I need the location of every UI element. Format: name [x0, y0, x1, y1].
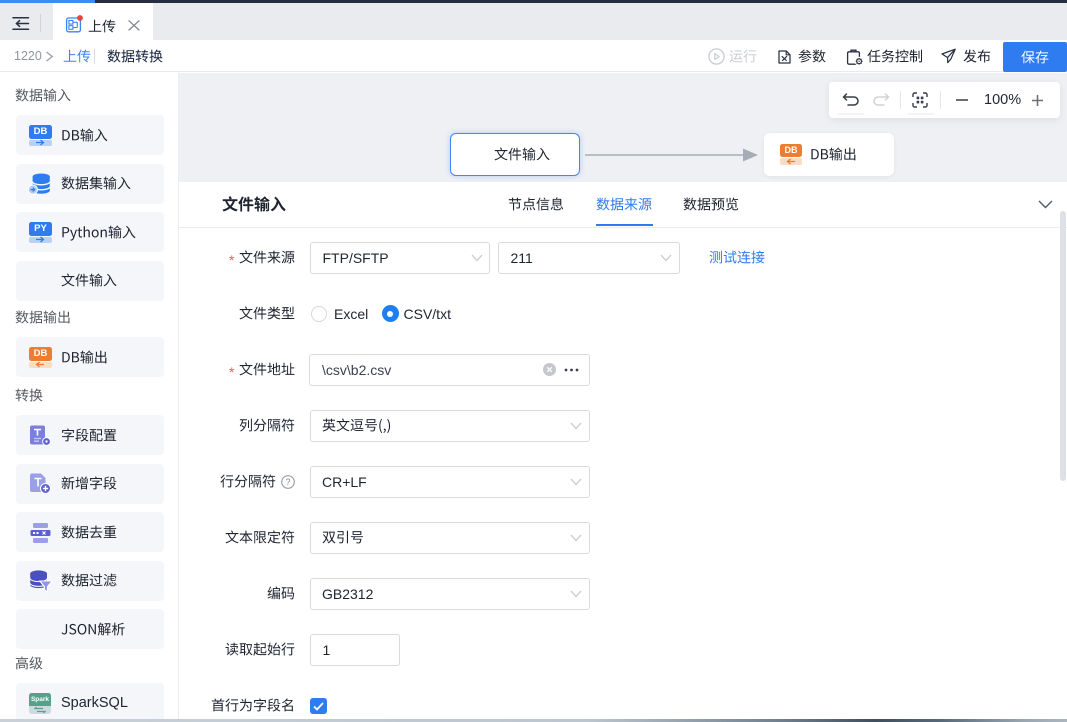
- svg-text:?: ?: [285, 477, 290, 487]
